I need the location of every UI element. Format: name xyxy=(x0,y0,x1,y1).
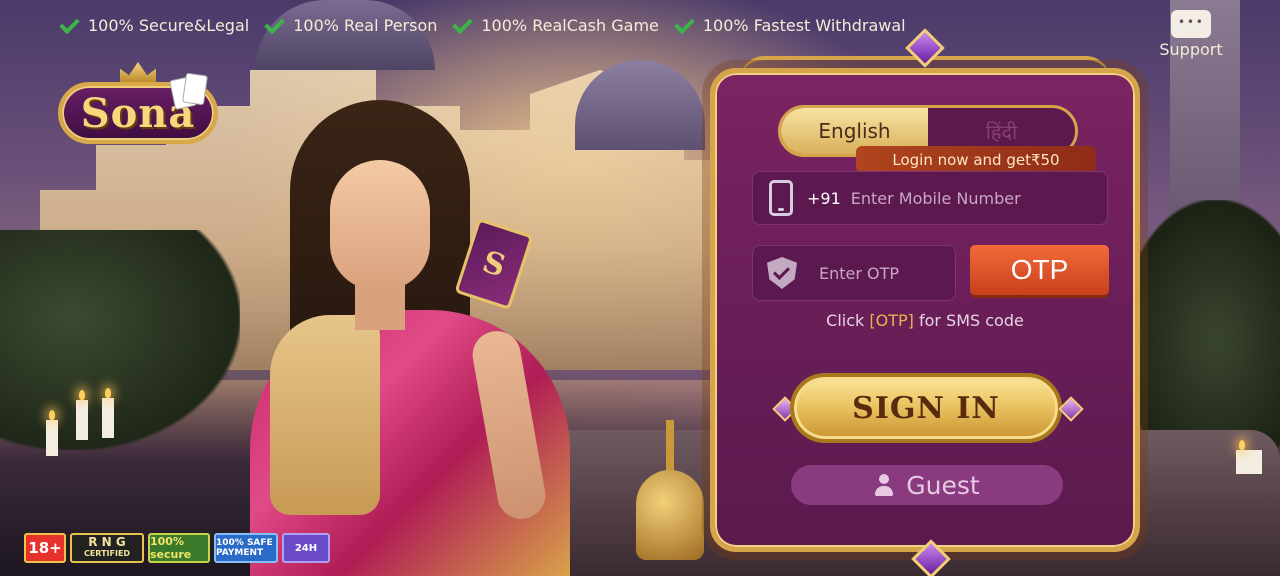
promo-tooltip: Login now and get₹50 xyxy=(856,146,1096,181)
guest-login-button[interactable]: Guest xyxy=(791,465,1063,505)
mobile-number-input[interactable] xyxy=(850,188,1107,208)
age-badge: 18+ xyxy=(24,533,66,563)
crown-icon xyxy=(120,62,156,84)
login-panel: English हिंदी Login now and get₹50 +91 O… xyxy=(710,28,1140,576)
rng-certified-badge: R N G CERTIFIED xyxy=(70,533,144,563)
check-icon xyxy=(263,15,285,35)
cards-icon xyxy=(169,72,212,110)
otp-row: OTP xyxy=(752,245,1109,301)
feature-item: 100% Secure&Legal xyxy=(58,15,249,35)
feature-item: 100% RealCash Game xyxy=(451,15,659,35)
signin-group: SIGN IN xyxy=(772,373,1084,445)
hero-woman-illustration: S xyxy=(230,100,590,576)
hint-highlight: [OTP] xyxy=(869,311,914,330)
check-icon xyxy=(673,15,695,35)
feature-label: 100% Real Person xyxy=(293,15,438,35)
feature-label: 100% RealCash Game xyxy=(481,15,659,35)
candle xyxy=(102,388,114,438)
support-label: Support xyxy=(1159,40,1223,59)
otp-hint: Click [OTP] for SMS code xyxy=(710,311,1140,330)
candle xyxy=(76,390,88,440)
country-code: +91 xyxy=(807,188,841,208)
safe-payment-badge: 100% SAFE PAYMENT xyxy=(214,533,278,563)
secure-badge: 100% secure xyxy=(148,533,210,563)
support-24h-badge: 24H xyxy=(282,533,330,563)
gem-icon xyxy=(902,18,948,76)
mobile-number-field: +91 xyxy=(752,171,1108,225)
brass-lamp xyxy=(630,420,710,570)
feature-item: 100% Real Person xyxy=(263,15,437,35)
otp-input[interactable] xyxy=(819,263,955,283)
sign-in-button[interactable]: SIGN IN xyxy=(790,373,1062,443)
check-icon xyxy=(58,15,80,35)
trust-badges: 18+ R N G CERTIFIED 100% secure 100% SAF… xyxy=(24,533,330,563)
logo: Sona xyxy=(42,62,242,148)
shield-icon xyxy=(767,257,797,289)
support-button[interactable]: Support xyxy=(1156,10,1226,59)
feature-label: 100% Secure&Legal xyxy=(88,15,250,35)
hint-prefix: Click xyxy=(826,311,870,330)
rng-title: R N G xyxy=(88,535,126,549)
rng-sub: CERTIFIED xyxy=(83,549,131,558)
hint-suffix: for SMS code xyxy=(913,311,1024,330)
send-otp-button[interactable]: OTP xyxy=(970,245,1109,295)
feature-label: 100% Fastest Withdrawal xyxy=(702,15,906,35)
chat-bubble-icon xyxy=(1171,10,1211,38)
user-icon xyxy=(874,474,894,496)
features-bar: 100% Secure&Legal 100% Real Person 100% … xyxy=(58,12,906,38)
check-icon xyxy=(451,15,473,35)
phone-icon xyxy=(769,180,793,216)
feature-item: 100% Fastest Withdrawal xyxy=(673,15,906,35)
candle xyxy=(1236,440,1262,474)
candle xyxy=(46,410,58,456)
otp-field xyxy=(752,245,956,301)
guest-label: Guest xyxy=(906,470,980,500)
trees-left xyxy=(0,230,240,450)
